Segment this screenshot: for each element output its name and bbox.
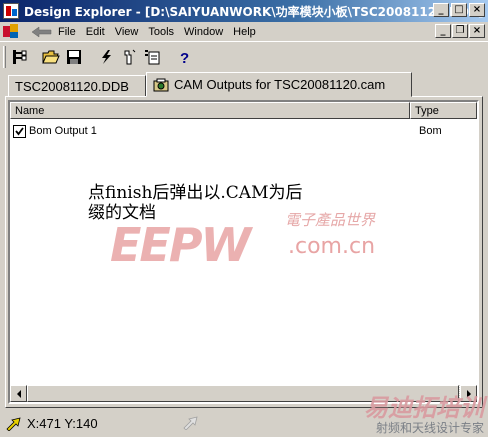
app-icon[interactable] bbox=[3, 3, 19, 19]
menu-window[interactable]: Window bbox=[179, 26, 228, 38]
row-type: Bom bbox=[419, 125, 442, 137]
menu-tools[interactable]: Tools bbox=[143, 26, 179, 38]
menu-bar: File Edit View Tools Window Help _ ❐ × bbox=[0, 22, 488, 41]
cam-document-icon bbox=[153, 78, 169, 92]
annotation-line-1: 点finish后弹出以.CAM为后 bbox=[88, 183, 303, 203]
window-controls: _ □ × bbox=[433, 3, 485, 17]
grey-arrow-icon bbox=[183, 416, 199, 433]
status-bar: X:471 Y:140 易迪拓培训 射频和天线设计专家 bbox=[0, 395, 488, 437]
row-checkbox[interactable] bbox=[13, 124, 26, 138]
annotation-text: 点finish后弹出以.CAM为后 缀的文档 bbox=[88, 183, 408, 223]
tab-ddb-label: TSC20081120.DDB bbox=[15, 78, 129, 94]
annotation-line-2: 缀的文档 bbox=[88, 203, 156, 223]
tab-ddb[interactable]: TSC20081120.DDB bbox=[8, 75, 146, 97]
minimize-button[interactable]: _ bbox=[433, 3, 449, 17]
document-window-controls: _ ❐ × bbox=[435, 24, 485, 38]
explorer-tree-icon[interactable] bbox=[9, 47, 29, 67]
pointer-arrow-icon bbox=[6, 416, 21, 431]
list-header: Name Type bbox=[10, 102, 477, 119]
document-list-icon[interactable] bbox=[142, 47, 162, 67]
column-header-type[interactable]: Type bbox=[410, 102, 477, 119]
svg-text:?: ? bbox=[180, 50, 189, 65]
save-icon[interactable] bbox=[64, 47, 84, 67]
scroll-left-button[interactable] bbox=[10, 385, 27, 402]
toolbar: ? bbox=[0, 41, 488, 71]
document-menu-icon[interactable] bbox=[3, 24, 19, 39]
help-icon[interactable]: ? bbox=[174, 47, 194, 67]
row-name: Bom Output 1 bbox=[29, 125, 97, 137]
menu-view[interactable]: View bbox=[110, 26, 144, 38]
coordinates-value: X:471 Y:140 bbox=[27, 416, 98, 431]
design-explorer-window: Design Explorer - [D:\SAIYUANWORK\功率模块小板… bbox=[0, 0, 488, 437]
close-button[interactable]: × bbox=[469, 3, 485, 17]
open-folder-icon[interactable] bbox=[41, 47, 61, 67]
tab-cam-outputs[interactable]: CAM Outputs for TSC20081120.cam bbox=[146, 72, 412, 97]
menu-help[interactable]: Help bbox=[228, 26, 261, 38]
cam-outputs-list[interactable]: Name Type Bom Output 1 Bom EEPW 電子產品世界 .… bbox=[8, 100, 479, 404]
column-header-name[interactable]: Name bbox=[10, 102, 410, 119]
watermark-url: .com.cn bbox=[288, 234, 376, 259]
watermark-logo: EEPW bbox=[110, 218, 251, 272]
branding-watermark: 易迪拓培训 射频和天线设计专家 bbox=[364, 395, 484, 435]
menu-file[interactable]: File bbox=[53, 26, 81, 38]
brand-main: 易迪拓培训 bbox=[364, 394, 484, 422]
document-tabs: TSC20081120.DDB CAM Outputs for TSC20081… bbox=[0, 71, 488, 97]
list-item[interactable]: Bom Output 1 Bom bbox=[10, 122, 477, 140]
maximize-button[interactable]: □ bbox=[451, 3, 467, 17]
wand-icon[interactable] bbox=[119, 47, 139, 67]
tab-cam-label: CAM Outputs for TSC20081120.cam bbox=[174, 77, 386, 92]
back-arrow-icon[interactable] bbox=[31, 25, 53, 39]
brand-sub: 射频和天线设计专家 bbox=[375, 421, 484, 435]
menu-edit[interactable]: Edit bbox=[81, 26, 110, 38]
doc-restore-button[interactable]: ❐ bbox=[452, 24, 468, 38]
bolt-icon[interactable] bbox=[96, 47, 116, 67]
window-title: Design Explorer - [D:\SAIYUANWORK\功率模块小板… bbox=[24, 4, 484, 19]
doc-close-button[interactable]: × bbox=[469, 24, 485, 38]
toolbar-grip[interactable] bbox=[3, 45, 6, 68]
doc-minimize-button[interactable]: _ bbox=[435, 24, 451, 38]
title-bar[interactable]: Design Explorer - [D:\SAIYUANWORK\功率模块小板… bbox=[0, 0, 488, 22]
cursor-coordinates: X:471 Y:140 bbox=[6, 416, 98, 431]
